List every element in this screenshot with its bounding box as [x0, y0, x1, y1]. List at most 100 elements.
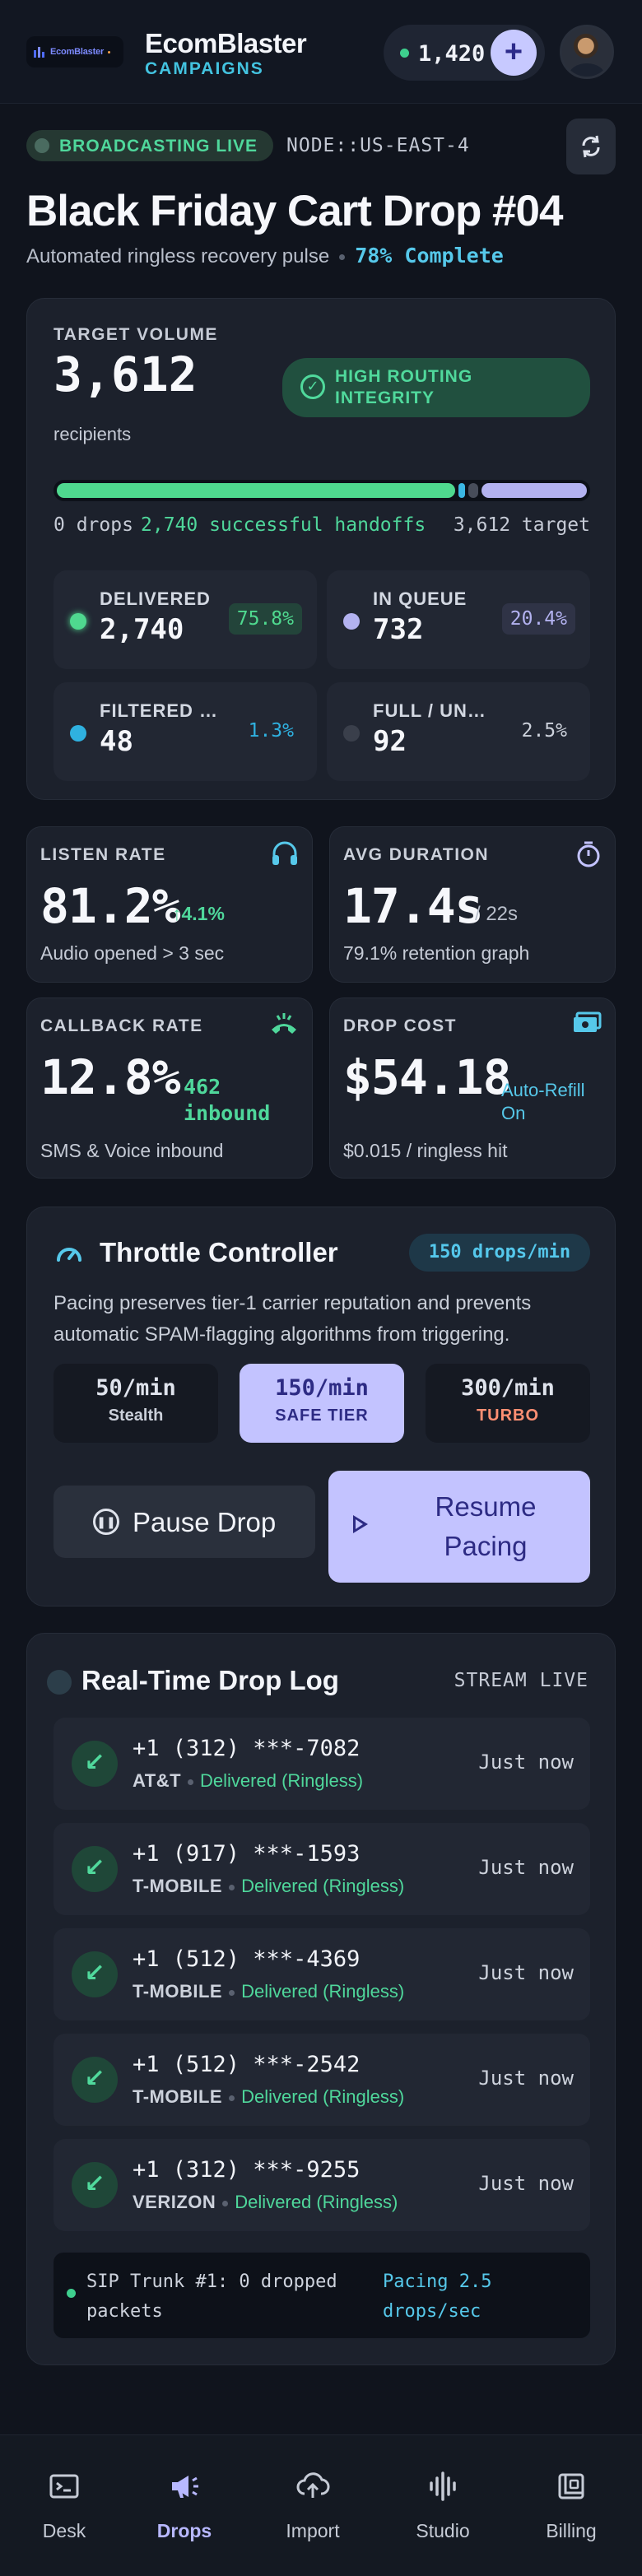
target-volume-value: 3,612 — [54, 346, 198, 402]
metric-footnote: $0.015 / ringless hit — [343, 1140, 508, 1161]
nav-label: Drops — [156, 2520, 212, 2541]
timer-icon — [577, 841, 600, 867]
tier-turbo-option[interactable]: 300/min TURBO — [426, 1364, 590, 1443]
log-row[interactable]: ↙ +1 (312) ***-9255 VERIZON Delivered (Ri… — [54, 2139, 590, 2231]
metric-footnote: 79.1% retention graph — [343, 942, 530, 964]
log-phone: +1 (312) ***-9255 — [133, 2157, 361, 2183]
refresh-button[interactable] — [566, 119, 616, 174]
nav-studio[interactable]: Studio — [393, 2468, 492, 2542]
campaign-completion: 78% Complete — [355, 244, 504, 267]
logo-dot — [108, 50, 111, 53]
sip-status-dot — [67, 2289, 76, 2298]
stat-delivered[interactable]: DELIVERED 2,740 75.8% — [54, 570, 317, 669]
nav-label: Desk — [42, 2520, 86, 2541]
nav-import[interactable]: Import — [263, 2468, 362, 2542]
routing-integrity-badge: ✓ HIGH ROUTING INTEGRITY — [282, 358, 590, 417]
drop-log-title: Real-Time Drop Log — [81, 1665, 339, 1695]
metric-value: 81.2% — [40, 878, 181, 934]
delivery-progress-bar — [54, 480, 590, 501]
credits-value: 1,420 — [418, 41, 486, 67]
separator-dot — [229, 2095, 235, 2101]
separator-dot — [222, 2200, 229, 2206]
stat-label: FULL / UNAV... — [373, 700, 496, 721]
stat-percent: 2.5% — [521, 720, 567, 742]
log-row[interactable]: ↙ +1 (312) ***-7082 AT&T Delivered (Ringl… — [54, 1718, 590, 1810]
arrow-down-left-icon: ↙ — [72, 1951, 118, 1997]
brand-logo[interactable]: EcomBlaster — [26, 36, 123, 67]
log-carrier: AT&T — [133, 1770, 182, 1791]
live-indicator-dot — [35, 138, 49, 153]
target-volume-unit: recipients — [54, 424, 132, 444]
tier-rate: 300/min — [461, 1375, 555, 1401]
user-avatar[interactable] — [560, 25, 614, 79]
nav-label: Studio — [416, 2520, 470, 2541]
log-row[interactable]: ↙ +1 (512) ***-2542 T-MOBILE Delivered (R… — [54, 2034, 590, 2126]
phone-callback-icon — [272, 1013, 296, 1034]
nav-drops[interactable]: Drops — [135, 2468, 234, 2542]
bottom-navigation: Desk Drops Import Studio Billing — [0, 2434, 642, 2576]
pause-drop-label: Pause Drop — [133, 1507, 277, 1537]
separator-dot — [229, 1884, 235, 1890]
throttle-controller-card: Throttle Controller 150 drops/min Pacing… — [26, 1207, 616, 1607]
nav-desk[interactable]: Desk — [15, 2468, 114, 2542]
stat-percent: 75.8% — [228, 603, 302, 635]
logo-text: EcomBlaster — [50, 47, 105, 57]
headphones-icon — [272, 841, 297, 865]
metric-value: 17.4s — [343, 878, 484, 934]
log-row[interactable]: ↙ +1 (917) ***-1593 T-MOBILE Delivered (R… — [54, 1823, 590, 1915]
avatar-shirt — [569, 63, 605, 77]
stat-percent: 1.3% — [248, 720, 294, 742]
campaign-description: Automated ringless recovery pulse — [26, 245, 330, 267]
campaign-subtitle: Automated ringless recovery pulse 78% Com… — [26, 244, 504, 268]
stat-unavailable[interactable]: FULL / UNAV... 92 2.5% — [327, 682, 590, 781]
stat-in-queue[interactable]: IN QUEUE 732 20.4% — [327, 570, 590, 669]
progress-start-label: 0 drops — [54, 514, 133, 536]
metric-label: DROP COST — [343, 1016, 457, 1035]
stat-label: IN QUEUE — [373, 588, 468, 609]
resume-pacing-button[interactable]: Resume Pacing — [328, 1471, 590, 1583]
nav-billing[interactable]: Billing — [522, 2468, 621, 2542]
drop-cost-card[interactable]: DROP COST $54.18 Auto-Refill On $0.015 /… — [329, 997, 616, 1179]
tier-safe-option[interactable]: 150/min SAFE TIER — [240, 1364, 404, 1443]
add-credits-button[interactable]: + — [491, 30, 537, 76]
log-meta: VERIZON Delivered (Ringless) — [133, 2192, 398, 2213]
receipt-icon — [558, 2473, 584, 2499]
avg-duration-card[interactable]: AVG DURATION 17.4s / 22s 79.1% retention… — [329, 826, 616, 983]
filtered-dot — [70, 725, 86, 742]
campaign-title: Black Friday Cart Drop #04 — [26, 187, 563, 235]
speedometer-icon — [57, 1248, 81, 1262]
metric-value: $54.18 — [343, 1049, 512, 1105]
tier-stealth-option[interactable]: 50/min Stealth — [54, 1364, 218, 1443]
routing-integrity-label: HIGH ROUTING INTEGRITY — [335, 367, 473, 407]
stat-label: DELIVERED — [100, 588, 211, 609]
play-icon-inner — [356, 1519, 363, 1529]
stat-value: 48 — [100, 725, 133, 758]
resume-pacing-label: Resume Pacing — [435, 1491, 537, 1561]
metric-label: CALLBACK RATE — [40, 1016, 203, 1035]
stat-percent: 20.4% — [501, 603, 575, 635]
tier-name: Stealth — [108, 1407, 164, 1425]
drop-log-card: Real-Time Drop Log STREAM LIVE ↙ +1 (312… — [26, 1633, 616, 2365]
stat-value: 732 — [373, 613, 424, 646]
stat-filtered[interactable]: FILTERED / B... 48 1.3% — [54, 682, 317, 781]
nav-label: Import — [286, 2520, 340, 2541]
log-row[interactable]: ↙ +1 (512) ***-4369 T-MOBILE Delivered (R… — [54, 1928, 590, 2020]
auto-refill-toggle[interactable]: Auto-Refill On — [501, 1079, 608, 1125]
nav-label: Billing — [546, 2520, 597, 2541]
broadcast-status-label: BROADCASTING LIVE — [59, 137, 258, 156]
log-phone: +1 (917) ***-1593 — [133, 1841, 361, 1867]
pause-drop-button[interactable]: ❚❚ Pause Drop — [54, 1486, 315, 1558]
log-carrier: T-MOBILE — [133, 1981, 223, 2002]
progress-delivered-segment — [57, 483, 455, 498]
credits-balance[interactable]: 1,420 + — [384, 25, 545, 81]
broadcast-status-badge: BROADCASTING LIVE — [26, 130, 273, 161]
callback-rate-card[interactable]: CALLBACK RATE 12.8% 462 inbound SMS & Vo… — [26, 997, 313, 1179]
terminal-icon — [49, 2474, 79, 2499]
throttle-title: Throttle Controller — [100, 1237, 338, 1267]
listen-rate-card[interactable]: LISTEN RATE 81.2% ↑4.1% Audio opened > 3… — [26, 826, 313, 983]
log-status: Delivered (Ringless) — [241, 1981, 405, 2002]
metric-label: LISTEN RATE — [40, 845, 166, 864]
tier-name: TURBO — [476, 1407, 540, 1425]
stat-label: FILTERED / B... — [100, 700, 223, 721]
log-phone: +1 (512) ***-2542 — [133, 2052, 361, 2077]
